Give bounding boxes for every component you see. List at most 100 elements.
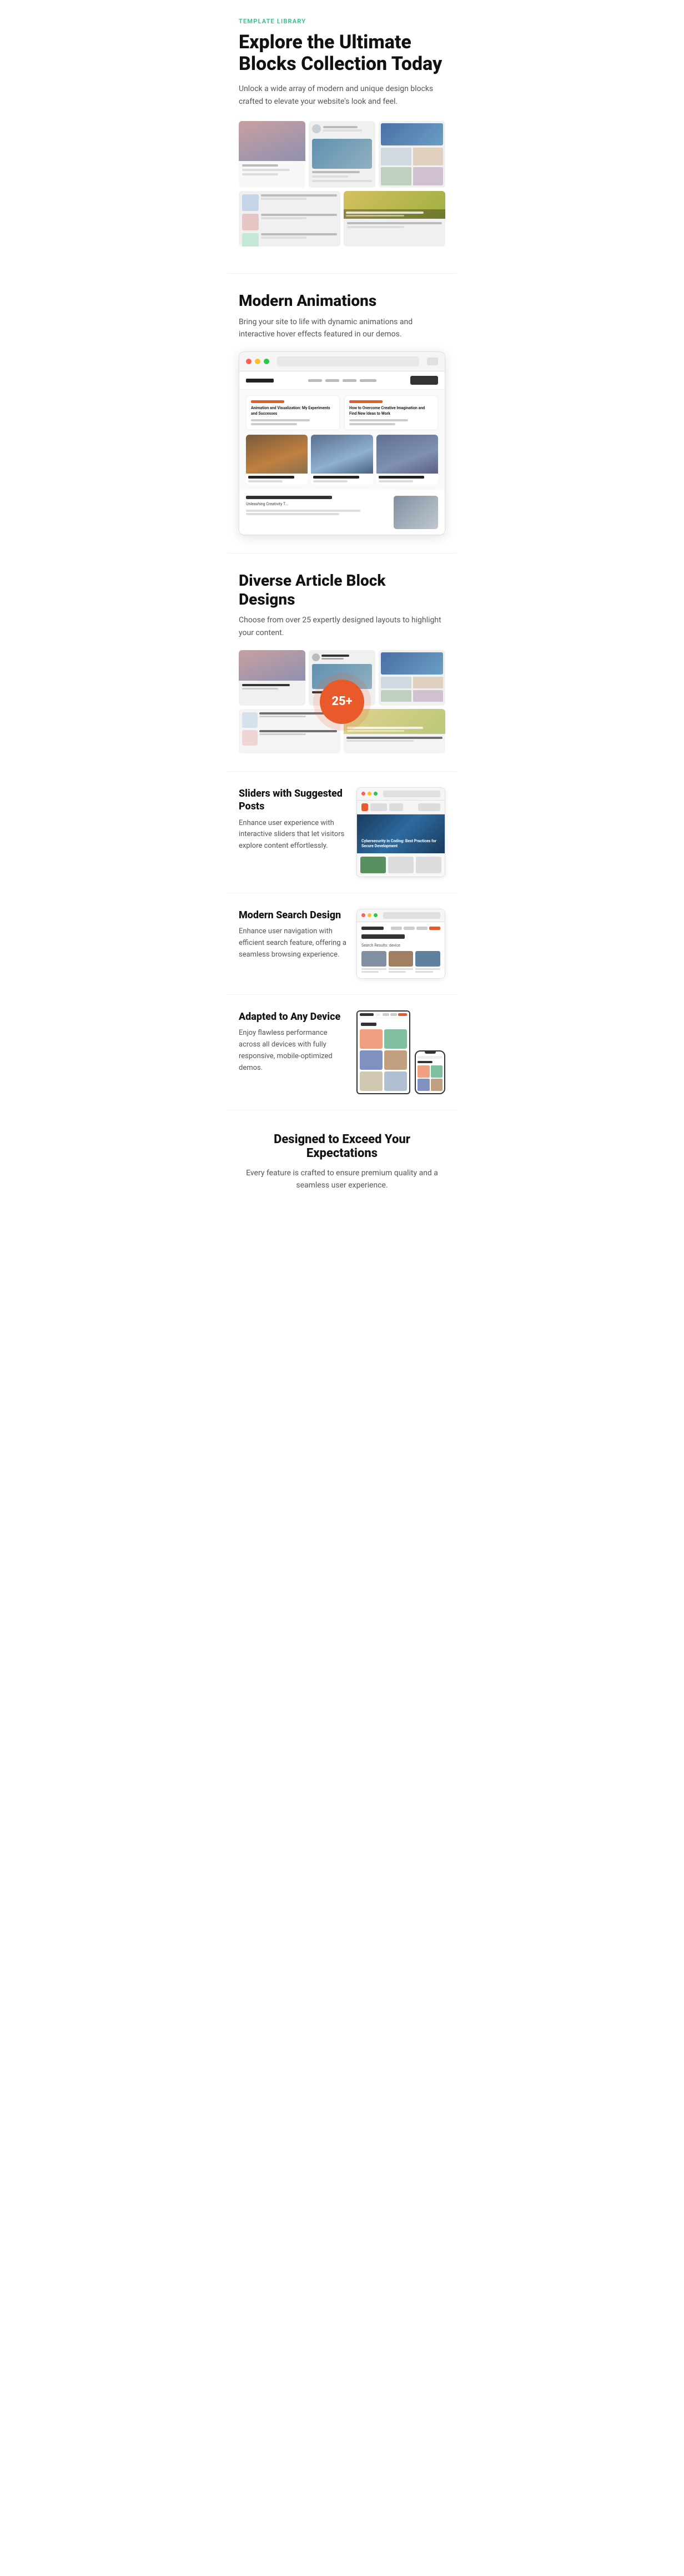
phone-grid-1 <box>418 1065 430 1078</box>
desktop-grid-4 <box>384 1050 407 1070</box>
browser-toolbar <box>239 352 445 371</box>
animations-description: Bring your site to life with dynamic ani… <box>239 316 445 341</box>
search-nav <box>391 927 440 930</box>
search-nav-3 <box>416 927 428 930</box>
search-nav-cta <box>429 927 440 930</box>
template-grid-row2 <box>239 191 445 246</box>
search-line-3 <box>389 968 414 970</box>
desktop-content-grid <box>358 1029 409 1093</box>
demo-card-2 <box>311 435 373 485</box>
phone-content <box>416 1056 444 1093</box>
device-demo <box>356 1010 445 1094</box>
template-label: TEMPLATE LIBRARY <box>239 18 445 25</box>
search-line-2 <box>361 971 379 973</box>
device-description: Enjoy flawless performance across all de… <box>239 1028 348 1074</box>
desktop-browser-bar <box>358 1012 409 1018</box>
phone-nav-bar <box>418 1056 442 1059</box>
template-thumb-2[interactable] <box>309 121 375 188</box>
search-line-5 <box>415 968 440 970</box>
slider-card-3 <box>416 857 441 873</box>
bottom-description: Every feature is crafted to ensure premi… <box>239 1167 445 1192</box>
slider-card-2 <box>388 857 414 873</box>
hero-subtitle: Unlock a wide array of modern and unique… <box>239 83 445 108</box>
demo-card-1 <box>246 435 308 485</box>
bottom-section: Designed to Exceed Your Expectations Eve… <box>228 1110 456 1214</box>
desktop-grid-3 <box>360 1050 383 1070</box>
device-text: Adapted to Any Device Enjoy flawless per… <box>239 1010 348 1074</box>
hero-title: Explore the Ultimate Blocks Collection T… <box>239 32 445 75</box>
search-result-2 <box>389 951 414 974</box>
slider-dot-red <box>361 792 365 796</box>
phone-title <box>418 1061 432 1063</box>
search-title: Modern Search Design <box>239 909 348 922</box>
search-text: Modern Search Design Enhance user naviga… <box>239 909 348 961</box>
slider-dot-yellow <box>368 792 371 796</box>
search-line-4 <box>389 971 406 973</box>
browser-dot-yellow <box>255 359 260 364</box>
template-thumb-3[interactable] <box>379 121 445 188</box>
device-section: Adapted to Any Device Enjoy flawless per… <box>228 994 456 1110</box>
device-title: Adapted to Any Device <box>239 1010 348 1023</box>
search-img-tablet <box>415 951 440 967</box>
search-result-3 <box>415 951 440 974</box>
search-results-label <box>361 934 405 939</box>
slider-card-1 <box>360 857 386 873</box>
browser-dot-green <box>264 359 269 364</box>
search-dot-green <box>374 913 378 917</box>
sliders-text: Sliders with Suggested Posts Enhance use… <box>239 787 348 852</box>
diverse-grid-wrapper: 25+ <box>239 650 445 753</box>
desktop-nav-btns <box>383 1013 407 1016</box>
template-thumb-5[interactable] <box>344 191 445 246</box>
demo-post1-title: Animation and Visualization: My Experime… <box>251 406 335 417</box>
search-section: Modern Search Design Enhance user naviga… <box>228 893 456 994</box>
demo-post2-title: How to Overcome Creative Imagination and… <box>349 406 433 417</box>
phone-grid <box>418 1065 442 1091</box>
search-nav-1 <box>391 927 402 930</box>
device-desktop <box>356 1010 410 1094</box>
demo-post3-title: Unleashing Creativity T... <box>246 502 389 507</box>
sliders-section: Sliders with Suggested Posts Enhance use… <box>228 771 456 893</box>
template-thumb-1[interactable] <box>239 121 305 188</box>
sliders-title: Sliders with Suggested Posts <box>239 787 348 813</box>
template-thumb-4[interactable] <box>239 191 340 246</box>
search-result-1 <box>361 951 386 974</box>
sliders-description: Enhance user experience with interactive… <box>239 818 348 852</box>
browser-demo: Animation and Visualization: My Experime… <box>239 351 445 535</box>
search-header <box>361 927 440 930</box>
slider-browser-bar <box>357 788 445 801</box>
diverse-section: Diverse Article Block Designs Choose fro… <box>228 553 456 771</box>
hero-section: TEMPLATE LIBRARY Explore the Ultimate Bl… <box>228 0 456 273</box>
device-demo-container <box>356 1010 445 1094</box>
diverse-title: Diverse Article Block Designs <box>239 571 445 608</box>
phone-notch <box>425 1051 436 1054</box>
desktop-btn-cta <box>398 1013 407 1016</box>
slider-hero-text: Cybersecurity in Coding: Best Practices … <box>361 839 440 849</box>
search-dot-red <box>361 913 365 917</box>
device-phone <box>415 1050 445 1094</box>
animations-title: Modern Animations <box>239 291 445 310</box>
phone-grid-3 <box>418 1079 430 1091</box>
sliders-demo-container: Cybersecurity in Coding: Best Practices … <box>356 787 445 877</box>
diverse-description: Choose from over 25 expertly designed la… <box>239 614 445 639</box>
slider-hero-image: Cybersecurity in Coding: Best Practices … <box>357 814 445 853</box>
search-img-laptop <box>389 951 414 967</box>
template-grid-row1 <box>239 121 445 188</box>
desktop-btn-1 <box>383 1013 389 1016</box>
diverse-thumb-1[interactable] <box>239 650 305 706</box>
search-results-text: Search Results: device <box>361 943 440 948</box>
search-demo: Search Results: device <box>356 909 445 979</box>
phone-grid-4 <box>431 1079 443 1091</box>
desktop-page-title <box>361 1023 376 1026</box>
browser-url-bar[interactable] <box>277 356 419 366</box>
animations-section: Modern Animations Bring your site to lif… <box>228 273 456 553</box>
search-demo-body: Search Results: device <box>357 922 445 978</box>
diverse-thumb-3[interactable] <box>379 650 445 706</box>
browser-dot-red <box>246 359 252 364</box>
search-nav-2 <box>404 927 415 930</box>
search-browser-bar <box>357 909 445 922</box>
slider-demo: Cybersecurity in Coding: Best Practices … <box>356 787 445 877</box>
search-description: Enhance user navigation with efficient s… <box>239 926 348 960</box>
browser-action <box>427 358 438 365</box>
search-brand-logo <box>361 927 384 930</box>
slider-dot-green <box>374 792 378 796</box>
